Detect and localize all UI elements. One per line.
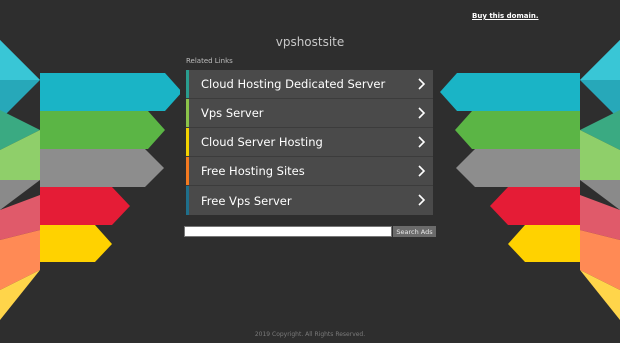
related-link-3[interactable]: Free Hosting Sites: [186, 157, 433, 186]
chevron-right-icon: [418, 136, 426, 148]
copyright-footer: 2019 Copyright. All Rights Reserved.: [254, 331, 366, 338]
related-link-2[interactable]: Cloud Server Hosting: [186, 128, 433, 157]
related-link-1[interactable]: Vps Server: [186, 99, 433, 128]
link-accent-bar: [186, 70, 189, 98]
chevron-right-icon: [418, 194, 426, 206]
related-links-panel: Cloud Hosting Dedicated Server Vps Serve…: [186, 70, 433, 215]
right-arrow-decoration: [440, 40, 620, 320]
search-input[interactable]: [184, 226, 392, 237]
domain-title: vpshostsite: [275, 35, 345, 49]
buy-domain-link[interactable]: Buy this domain.: [472, 12, 539, 20]
related-link-label: Cloud Server Hosting: [201, 135, 323, 149]
chevron-right-icon: [418, 165, 426, 177]
related-link-label: Cloud Hosting Dedicated Server: [201, 77, 386, 91]
chevron-right-icon: [418, 78, 426, 90]
link-accent-bar: [186, 99, 189, 127]
left-arrow-decoration: [0, 40, 180, 320]
related-link-label: Free Vps Server: [201, 193, 292, 208]
related-links-heading: Related Links: [186, 57, 233, 65]
related-link-label: Vps Server: [201, 106, 264, 120]
related-link-4[interactable]: Free Vps Server: [186, 186, 433, 215]
link-accent-bar: [186, 186, 189, 215]
related-link-label: Free Hosting Sites: [201, 164, 305, 178]
search-ads-button[interactable]: Search Ads: [393, 226, 436, 237]
link-accent-bar: [186, 157, 189, 185]
related-link-0[interactable]: Cloud Hosting Dedicated Server: [186, 70, 433, 99]
link-accent-bar: [186, 128, 189, 156]
chevron-right-icon: [418, 107, 426, 119]
